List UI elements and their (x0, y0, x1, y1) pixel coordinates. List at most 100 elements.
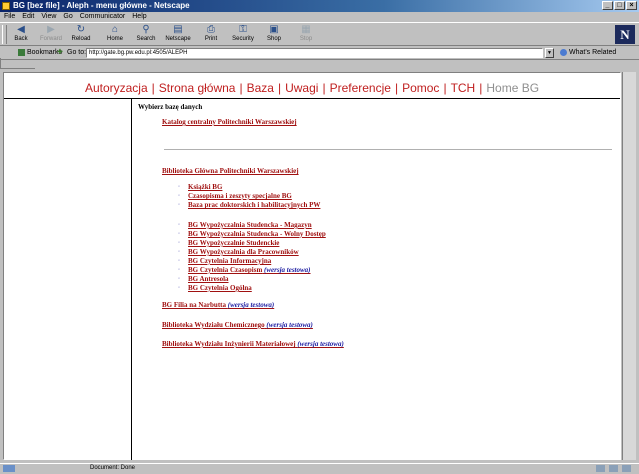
group2-link-3[interactable]: BG Wypożyczalnia dla Pracowników (188, 248, 299, 257)
bullet-icon: ◦ (178, 222, 181, 228)
nav-tch[interactable]: TCH (451, 81, 476, 95)
location-toolbar: Bookmarks ✚ Go to: http://gate.bg.pw.edu… (0, 46, 639, 60)
shop-icon: ▣ (269, 24, 279, 35)
group2-link-1-label: BG Wypożyczalnia Studencka - Wolny Dostę… (188, 230, 326, 238)
test-version-note: (wersja testowa) (266, 321, 313, 329)
nav-divider (4, 98, 620, 99)
library-heading-link[interactable]: Biblioteka Główna Politechniki Warszawsk… (162, 167, 299, 176)
other-library-2-label: Biblioteka Wydziału Inżynierii Materiało… (162, 340, 296, 348)
menu-file[interactable]: File (4, 12, 15, 22)
netscape-logo[interactable]: N (615, 25, 635, 44)
nav-baza[interactable]: Baza (247, 81, 274, 95)
menu-edit[interactable]: Edit (22, 12, 34, 22)
bookmarks-button[interactable]: Bookmarks (18, 48, 62, 58)
nav-separator: | (277, 81, 282, 95)
bullet-icon: ◦ (178, 276, 181, 282)
nav-separator: | (239, 81, 243, 95)
reload-icon: ↻ (76, 24, 86, 35)
page-proxy-icon[interactable]: ✚ (57, 49, 64, 56)
forward-button[interactable]: ▶ Forward (37, 24, 65, 45)
bullet-icon: ◦ (178, 285, 181, 291)
shop-button[interactable]: ▣ Shop (260, 24, 288, 45)
group2-link-7[interactable]: BG Czytelnia Ogólna (188, 284, 252, 293)
frame-divider[interactable] (131, 98, 132, 460)
nav-autoryzacja[interactable]: Autoryzacja (85, 81, 148, 95)
toolbar-collapse-tab[interactable] (0, 58, 35, 69)
connection-status-icon (3, 465, 15, 472)
bullet-icon: ◦ (178, 267, 181, 273)
back-arrow-icon: ◀ (17, 24, 25, 35)
nav-preferencje[interactable]: Preferencje (330, 81, 391, 95)
back-button[interactable]: ◀ Back (7, 24, 35, 45)
whats-related-icon (560, 48, 567, 56)
group2-link-0-label: BG Wypożyczalnia Studencka - Magazyn (188, 221, 312, 229)
bookmark-icon (18, 48, 25, 56)
nav-pomoc[interactable]: Pomoc (402, 81, 439, 95)
catalog-link[interactable]: Katalog centralny Politechniki Warszawsk… (162, 118, 297, 127)
group2-link-3-label: BG Wypożyczalnia dla Pracowników (188, 248, 299, 256)
mail-icon[interactable] (609, 465, 618, 472)
menu-communicator[interactable]: Communicator (80, 12, 126, 22)
group1-link-1[interactable]: Czasopisma i zeszyty specjalne BG (188, 192, 292, 201)
nav-strona-glowna[interactable]: Strona główna (159, 81, 236, 95)
group2-link-6[interactable]: BG Antresola (188, 275, 229, 284)
lock-icon: ⚿ (239, 24, 247, 35)
menu-view[interactable]: View (41, 12, 56, 22)
composer-icon[interactable] (622, 465, 631, 472)
maximize-button[interactable]: □ (614, 1, 625, 10)
home-icon: ⌂ (111, 24, 119, 35)
status-bar: Document: Done (0, 463, 639, 474)
navigator-icon[interactable] (596, 465, 605, 472)
other-library-link-0[interactable]: BG Filia na Narbutta (wersja testowa) (162, 301, 274, 310)
nav-separator: | (151, 81, 155, 95)
stop-button[interactable]: ▦ Stop (292, 24, 320, 45)
nav-separator: | (479, 81, 483, 95)
security-button[interactable]: ⚿ Security (229, 24, 257, 45)
nav-separator: | (443, 81, 447, 95)
minimize-button[interactable]: _ (602, 1, 613, 10)
bullet-icon: ◦ (178, 193, 181, 199)
other-library-link-2[interactable]: Biblioteka Wydziału Inżynierii Materiało… (162, 340, 344, 349)
other-library-link-1[interactable]: Biblioteka Wydziału Chemicznego (wersja … (162, 321, 313, 330)
print-icon: ⎙ (207, 24, 215, 35)
group2-link-2[interactable]: BG Wypożyczalnie Studenckie (188, 239, 279, 248)
close-button[interactable]: × (626, 1, 637, 10)
navigation-toolbar: ◀ Back ▶ Forward ↻ Reload ⌂ Home ⚲ Searc… (0, 22, 639, 46)
status-text: Document: Done (90, 465, 136, 471)
menu-go[interactable]: Go (63, 12, 72, 22)
netscape-app-icon (2, 2, 10, 10)
group2-link-1[interactable]: BG Wypożyczalnia Studencka - Wolny Dostę… (188, 230, 326, 239)
url-input[interactable]: http://gate.bg.pw.edu.pl:4505/ALEPH (86, 48, 543, 58)
nav-separator: | (394, 81, 399, 95)
netscape-button[interactable]: ▤ Netscape (164, 24, 192, 45)
bullet-icon: ◦ (178, 184, 181, 190)
home-button[interactable]: ⌂ Home (101, 24, 129, 45)
print-button[interactable]: ⎙ Print (197, 24, 225, 45)
stop-icon: ▦ (301, 24, 311, 35)
component-bar (596, 465, 631, 472)
search-icon: ⚲ (142, 24, 150, 35)
whats-related-label: What's Related (569, 49, 617, 56)
other-library-1-label: Biblioteka Wydziału Chemicznego (162, 321, 265, 329)
nav-home-bg[interactable]: Home BG (486, 81, 539, 95)
group1-link-0[interactable]: Książki BG (188, 183, 222, 192)
group2-link-4[interactable]: BG Czytelnia Informacyjna (188, 257, 271, 266)
reload-button[interactable]: ↻ Reload (67, 24, 95, 45)
goto-label: Go to: (67, 49, 87, 56)
group2-link-5[interactable]: BG Czytelnia Czasopism (wersja testowa) (188, 266, 311, 275)
bullet-icon: ◦ (178, 202, 181, 208)
url-dropdown-button[interactable]: ▼ (545, 48, 554, 58)
menu-help[interactable]: Help (132, 12, 146, 22)
group1-link-2[interactable]: Baza prac doktorskich i habilitacyjnych … (188, 201, 320, 210)
nav-separator: | (322, 81, 326, 95)
bullet-icon: ◦ (178, 249, 181, 255)
search-button[interactable]: ⚲ Search (132, 24, 160, 45)
group2-link-7-label: BG Czytelnia Ogólna (188, 284, 252, 292)
top-navigation: Autoryzacja | Strona główna | Baza | Uwagi | Pre… (4, 80, 620, 96)
section-divider (164, 149, 612, 150)
nav-uwagi[interactable]: Uwagi (285, 81, 318, 95)
group2-link-0[interactable]: BG Wypożyczalnia Studencka - Magazyn (188, 221, 312, 230)
whats-related-button[interactable]: What's Related (560, 48, 616, 58)
bullet-icon: ◦ (178, 240, 181, 246)
vertical-scrollbar[interactable] (622, 72, 636, 460)
